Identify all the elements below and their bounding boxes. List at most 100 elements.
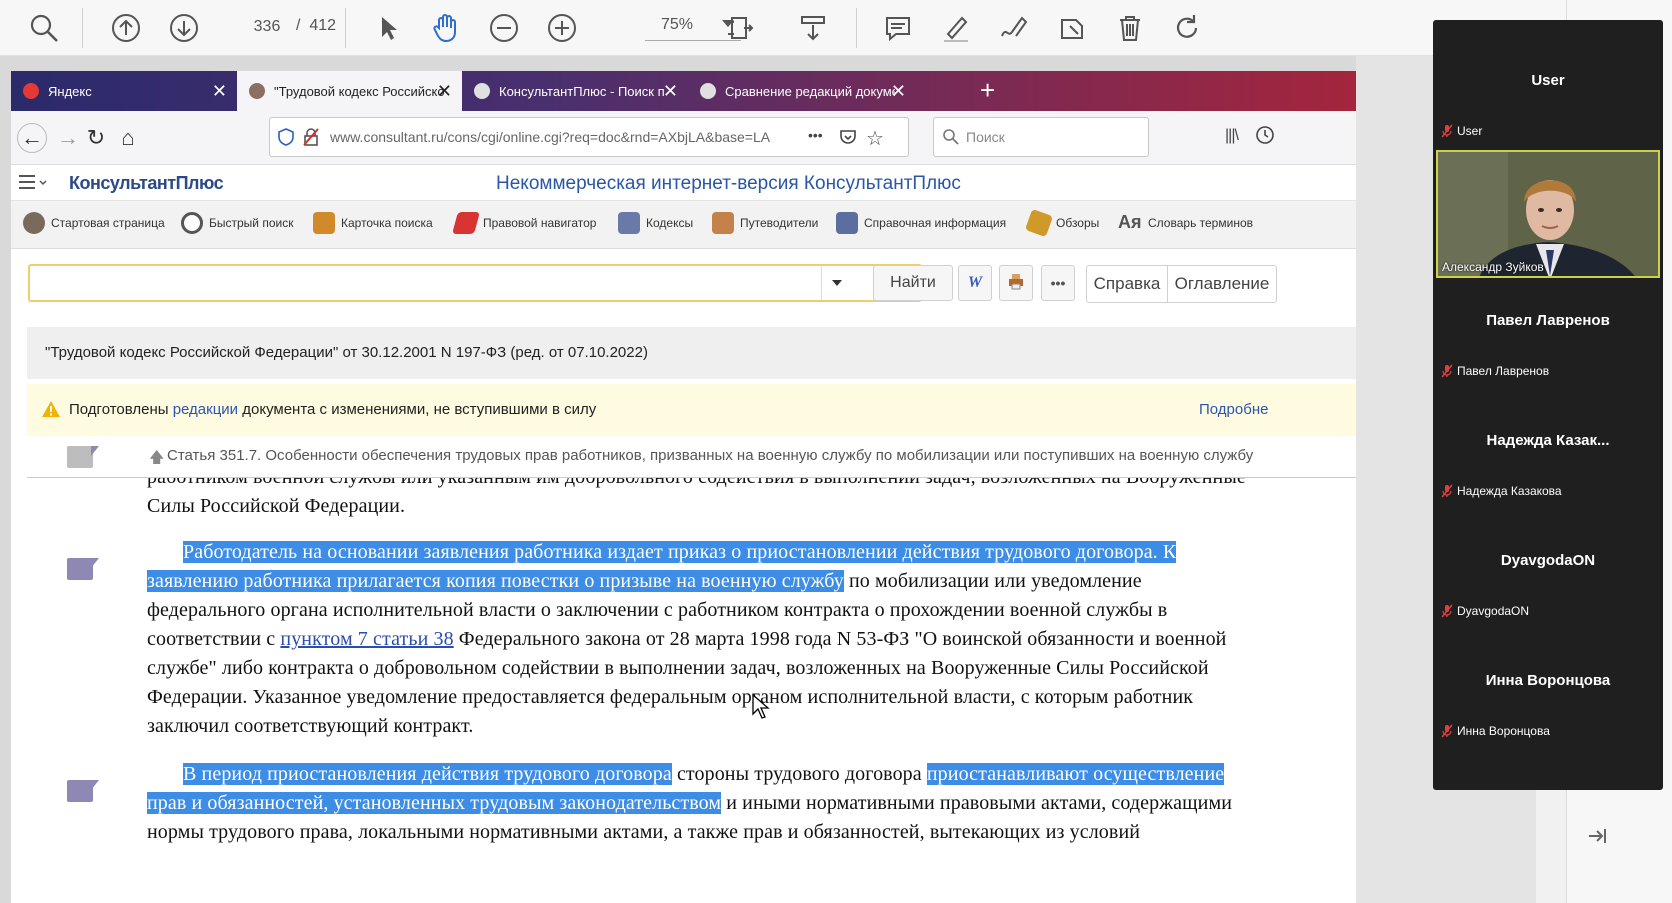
insecure-lock-icon[interactable] <box>302 128 320 146</box>
highlighted-text[interactable]: В период приостановления действия трудов… <box>183 763 672 785</box>
text-segment[interactable]: по мобилизации или уведомление <box>844 570 1142 592</box>
guide-icon <box>712 212 734 234</box>
toolbar-divider <box>82 8 83 48</box>
pocket-icon[interactable] <box>838 127 858 147</box>
comment-icon[interactable] <box>880 10 916 46</box>
highlighted-text[interactable]: прав и обязанностей, установленных трудо… <box>147 792 722 814</box>
contents-button[interactable]: Оглавление <box>1167 265 1277 303</box>
library-icon[interactable]: |||\ <box>1225 127 1239 145</box>
highlight-icon[interactable] <box>938 10 974 46</box>
text-segment[interactable]: соответствии с <box>147 628 280 650</box>
page-number-input[interactable] <box>244 13 290 41</box>
reload-icon[interactable]: ↻ <box>81 123 111 153</box>
navigator-icon <box>452 212 480 234</box>
history-clock-icon[interactable] <box>1255 125 1275 145</box>
participant-video[interactable]: Александр Зуйков <box>1436 150 1660 278</box>
help-button[interactable]: Справка <box>1086 265 1168 303</box>
participant-tile[interactable]: DyavgodaON DyavgodaON <box>1433 500 1663 628</box>
text-segment[interactable]: Силы Российской Федерации. <box>147 495 405 517</box>
zoom-in-icon[interactable] <box>544 10 580 46</box>
scroll-mode-icon[interactable] <box>795 10 831 46</box>
paragraph-info-icon[interactable] <box>67 558 99 580</box>
nav-dictionary[interactable]: Ая Словарь терминов <box>1118 212 1253 234</box>
close-icon[interactable]: ✕ <box>437 82 452 100</box>
nav-reference[interactable]: Справочная информация <box>836 212 1006 234</box>
print-button[interactable] <box>999 265 1033 301</box>
close-icon[interactable]: ✕ <box>663 82 678 100</box>
highlighted-text[interactable]: приостанавливают осуществление <box>926 763 1225 785</box>
article-context-bar: 🡅 Статья 351.7. Особенности обеспечения … <box>27 436 1356 478</box>
more-button[interactable]: ••• <box>1041 265 1075 301</box>
text-segment[interactable]: Федерации. Указанное уведомление предост… <box>147 686 1193 708</box>
details-link[interactable]: Подробне <box>1199 401 1268 418</box>
redo-icon[interactable] <box>1170 10 1206 46</box>
participant-label: Павел Лавренов <box>1457 364 1550 378</box>
warning-icon <box>41 400 61 418</box>
back-arrow-icon[interactable]: ← <box>17 123 47 153</box>
collapse-panel-icon[interactable] <box>1585 824 1609 848</box>
reference-icon <box>836 212 858 234</box>
participant-tile[interactable]: User User <box>1433 20 1663 148</box>
text-segment[interactable]: нормы трудового права, локальными нормат… <box>147 821 1140 843</box>
find-button[interactable]: Найти <box>873 265 953 301</box>
participant-tile[interactable]: Павел Лавренов Павел Лавренов <box>1433 260 1663 388</box>
participant-name: Инна Воронцова <box>1485 672 1611 689</box>
paragraph-info-icon[interactable] <box>67 780 99 802</box>
editions-link[interactable]: редакции <box>173 401 238 418</box>
browser-tab-active[interactable]: "Трудовой кодекс Российско ✕ <box>237 71 462 111</box>
nav-guides[interactable]: Путеводители <box>712 212 818 234</box>
highlighted-text[interactable]: заявлению работника прилагается копия по… <box>147 570 844 592</box>
yandex-favicon-icon <box>23 83 39 99</box>
browser-tab[interactable]: Яндекс ✕ <box>11 71 237 111</box>
new-tab-button[interactable]: + <box>980 77 995 103</box>
text-segment[interactable]: заключил соответствующий контракт. <box>147 715 473 737</box>
zoom-search-icon[interactable] <box>26 10 62 46</box>
text-segment[interactable]: Федерального закона от 28 марта 1998 год… <box>454 628 1227 650</box>
text-segment[interactable]: работником военной службы или указанным … <box>147 478 1246 488</box>
bookmark-star-icon[interactable]: ☆ <box>866 126 884 151</box>
nav-legal-navigator[interactable]: Правовой навигатор <box>452 212 596 234</box>
zoom-out-icon[interactable] <box>486 10 522 46</box>
video-call-panel: User User Александр Зуйков Павел Лаврено… <box>1433 20 1663 790</box>
text-segment[interactable]: федерального органа исполнительной власт… <box>147 599 1167 621</box>
text-segment[interactable]: службе" либо контракта о добровольном со… <box>147 657 1209 679</box>
participant-tile[interactable]: Надежда Казак... Надежда Казакова <box>1433 380 1663 508</box>
text-segment[interactable]: и иными нормативными правовыми актами, с… <box>721 792 1232 814</box>
up-arrow-icon[interactable]: 🡅 <box>149 447 164 472</box>
highlighted-text[interactable]: Работодатель на основании заявления рабо… <box>183 541 1177 563</box>
close-icon[interactable]: ✕ <box>891 82 906 100</box>
signature-icon[interactable] <box>996 10 1032 46</box>
shield-icon[interactable] <box>278 128 294 146</box>
article-heading[interactable]: Статья 351.7. Особенности обеспечения тр… <box>167 447 1257 464</box>
hand-tool-icon[interactable] <box>428 10 464 46</box>
browser-tab[interactable]: Сравнение редакций докуме ✕ <box>688 71 916 111</box>
home-icon[interactable]: ⌂ <box>113 123 143 153</box>
trash-icon[interactable] <box>1112 10 1148 46</box>
nav-quick-search[interactable]: Быстрый поиск <box>181 212 293 234</box>
consultant-logo[interactable]: КонсультантПлюс <box>69 173 224 194</box>
page-actions-icon[interactable]: ••• <box>808 127 823 143</box>
address-bar[interactable]: www.consultant.ru/cons/cgi/online.cgi?re… <box>269 117 909 157</box>
browser-search-field[interactable]: Поиск <box>933 117 1149 157</box>
previous-page-icon[interactable] <box>108 10 144 46</box>
forward-arrow-icon[interactable]: → <box>53 123 83 153</box>
hamburger-menu-icon[interactable] <box>19 173 49 193</box>
main-search-input[interactable] <box>28 264 922 302</box>
export-word-button[interactable]: W <box>958 265 992 301</box>
next-page-icon[interactable] <box>166 10 202 46</box>
close-icon[interactable]: ✕ <box>212 82 227 100</box>
paragraph-info-icon[interactable] <box>67 446 99 468</box>
text-segment[interactable]: стороны трудового договора <box>672 763 927 785</box>
browser-tab[interactable]: КонсультантПлюс - Поиск п ✕ <box>462 71 688 111</box>
pdf-toolbar: / 412 75% <box>0 0 1672 56</box>
nav-reviews[interactable]: Обзоры <box>1024 208 1099 238</box>
select-pointer-icon[interactable] <box>370 10 406 46</box>
law-reference-link[interactable]: пунктом 7 статьи 38 <box>280 628 453 650</box>
nav-codexes[interactable]: Кодексы <box>618 212 693 234</box>
participant-tile[interactable]: Инна Воронцова Инна Воронцова <box>1433 620 1663 748</box>
nav-search-card[interactable]: Карточка поиска <box>313 212 433 234</box>
fit-page-icon[interactable] <box>722 10 758 46</box>
nav-start-page[interactable]: Стартовая страница <box>23 212 165 234</box>
stamp-icon[interactable] <box>1054 10 1090 46</box>
search-dropdown[interactable] <box>821 266 851 300</box>
